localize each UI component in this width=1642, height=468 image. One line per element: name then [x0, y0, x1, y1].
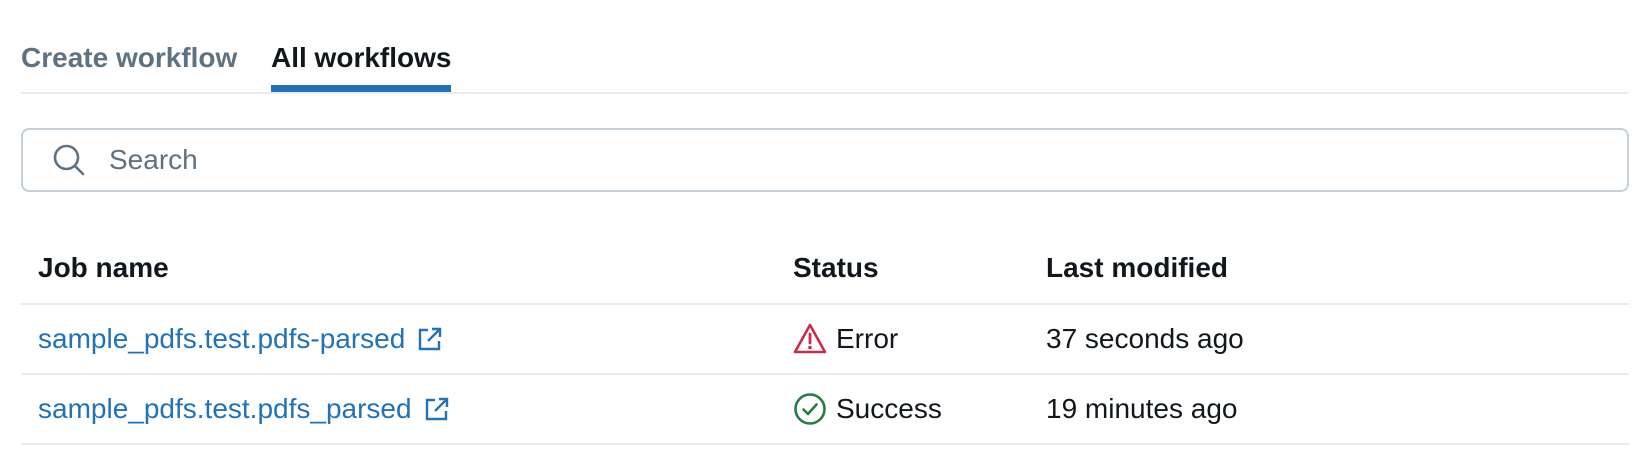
- last-modified-cell: 19 minutes ago: [1046, 393, 1238, 424]
- workflows-table: Job name Status Last modified sample_pdf…: [21, 232, 1629, 445]
- status-text: Error: [836, 323, 899, 354]
- column-header-last-modified: Last modified: [1046, 251, 1229, 283]
- tab-bar: Create workflow All workflows: [21, 26, 1629, 94]
- job-name-cell: sample_pdfs.test.pdfs-parsed: [21, 323, 793, 355]
- table-row: sample_pdfs.test.pdfs_parsed Success 19 …: [21, 375, 1629, 445]
- external-link-icon[interactable]: [417, 326, 443, 352]
- warning-triangle-icon: [793, 322, 827, 356]
- column-header-job-name: Job name: [38, 251, 169, 283]
- status-cell: Error: [793, 322, 1046, 356]
- table-row: sample_pdfs.test.pdfs-parsed Error 37 se…: [21, 305, 1629, 375]
- search-box[interactable]: [21, 128, 1629, 192]
- job-name-cell: sample_pdfs.test.pdfs_parsed: [21, 393, 793, 425]
- tab-all-workflows[interactable]: All workflows: [271, 26, 452, 92]
- job-name-link[interactable]: sample_pdfs.test.pdfs_parsed: [38, 393, 412, 425]
- external-link-icon[interactable]: [424, 396, 450, 422]
- status-cell: Success: [793, 392, 1046, 426]
- last-modified-cell: 37 seconds ago: [1046, 323, 1244, 354]
- search-input[interactable]: [107, 139, 1627, 181]
- search-icon: [51, 142, 87, 178]
- table-header: Job name Status Last modified: [21, 232, 1629, 305]
- column-header-status: Status: [793, 251, 879, 283]
- check-circle-icon: [793, 392, 827, 426]
- tab-create-workflow[interactable]: Create workflow: [21, 26, 271, 90]
- job-name-link[interactable]: sample_pdfs.test.pdfs-parsed: [38, 323, 405, 355]
- status-text: Success: [836, 393, 942, 424]
